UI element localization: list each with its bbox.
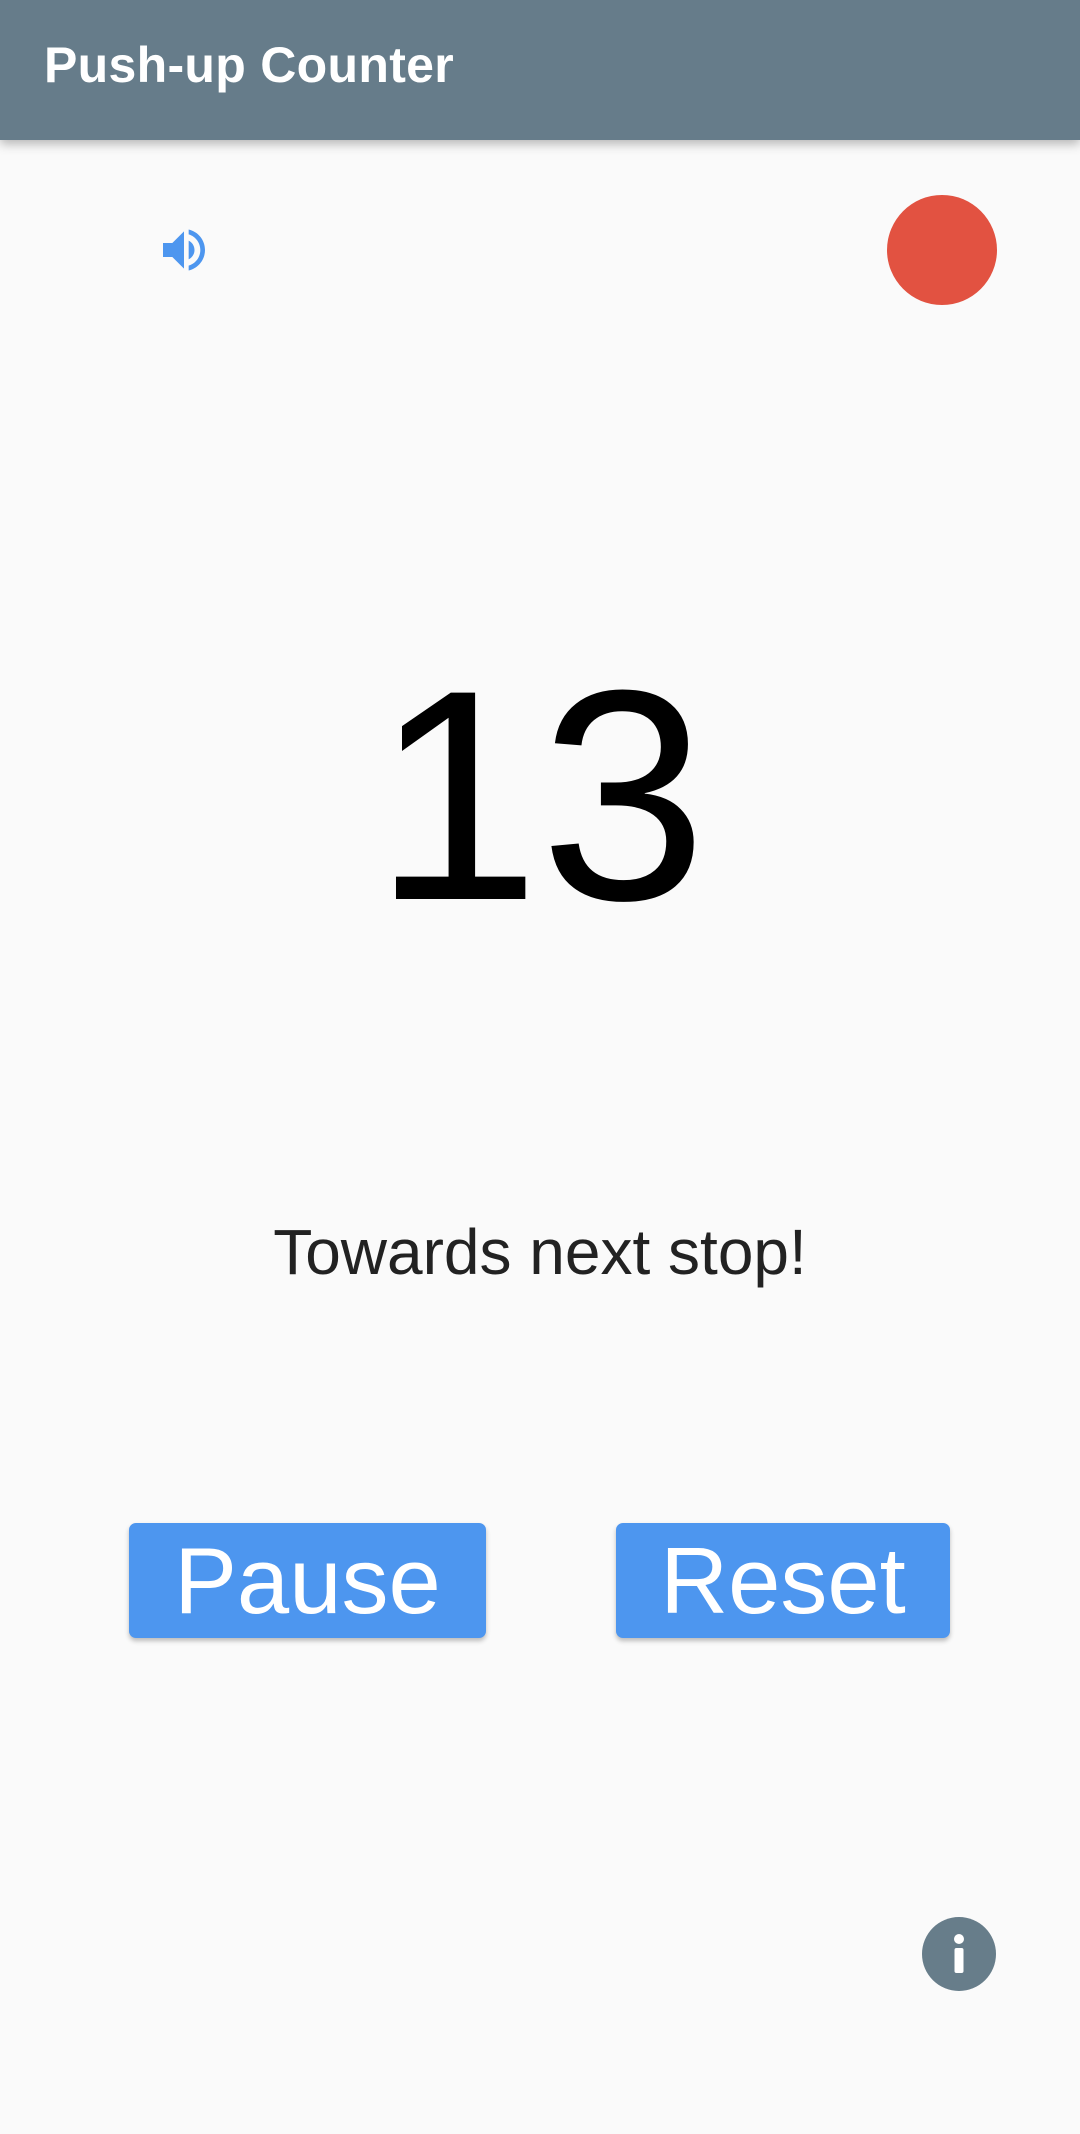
pause-button[interactable]: Pause [129, 1523, 486, 1638]
sound-toggle-button[interactable] [156, 222, 212, 278]
volume-up-icon [163, 229, 205, 271]
record-indicator[interactable] [887, 195, 997, 305]
app-screen: Push-up Counter 13 Towards next stop! Pa… [0, 0, 1080, 2134]
reset-button[interactable]: Reset [616, 1523, 950, 1638]
app-bar: Push-up Counter [0, 0, 1080, 140]
info-button[interactable] [922, 1917, 996, 1991]
info-icon [922, 1917, 996, 1991]
pushup-count: 13 [373, 627, 707, 963]
status-message: Towards next stop! [273, 1216, 807, 1288]
app-title: Push-up Counter [44, 37, 455, 93]
